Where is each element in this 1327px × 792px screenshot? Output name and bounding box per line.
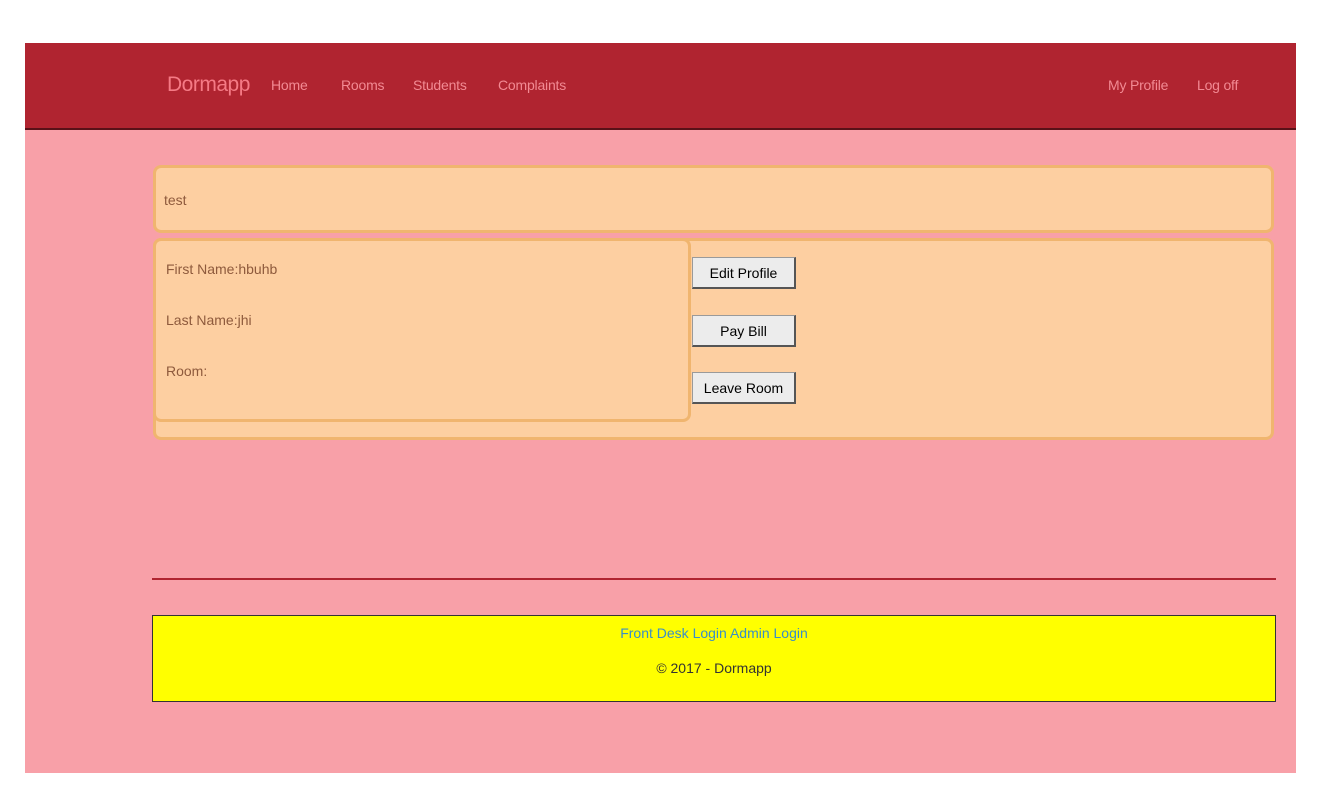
brand-link[interactable]: Dormapp: [167, 73, 250, 97]
copyright-text: © 2017 - Dormapp: [656, 660, 772, 676]
navbar: Dormapp Home Rooms Students Complaints M…: [25, 43, 1296, 130]
footer-links: Front Desk Login Admin Login: [153, 625, 1275, 641]
first-name-label: First Name:hbuhb: [166, 261, 278, 277]
title-panel: test: [153, 165, 1274, 233]
nav-students-link[interactable]: Students: [413, 77, 467, 93]
nav-rooms-link[interactable]: Rooms: [341, 77, 385, 93]
edit-profile-button[interactable]: Edit Profile: [692, 257, 796, 289]
footer-divider: [152, 578, 1276, 580]
page-background: Dormapp Home Rooms Students Complaints M…: [25, 43, 1296, 773]
last-name-label: Last Name:jhi: [166, 312, 252, 328]
front-desk-login-link[interactable]: Front Desk Login: [620, 625, 727, 641]
leave-room-button[interactable]: Leave Room: [692, 372, 796, 404]
admin-login-link[interactable]: Admin Login: [730, 625, 808, 641]
profile-info-box: First Name:hbuhb Last Name:jhi Room:: [153, 238, 691, 422]
page-title: test: [164, 192, 187, 208]
room-label: Room:: [166, 363, 208, 379]
nav-home-link[interactable]: Home: [271, 77, 308, 93]
my-profile-link[interactable]: My Profile: [1108, 77, 1168, 93]
log-off-link[interactable]: Log off: [1197, 77, 1238, 93]
pay-bill-button[interactable]: Pay Bill: [692, 315, 796, 347]
nav-complaints-link[interactable]: Complaints: [498, 77, 566, 93]
footer: Front Desk Login Admin Login © 2017 - Do…: [152, 615, 1276, 702]
